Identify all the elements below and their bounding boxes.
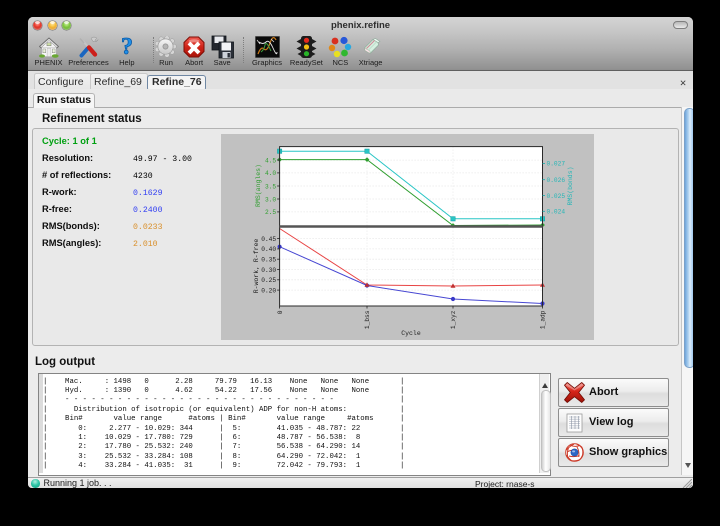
svg-text:Cycle: Cycle [401,330,421,337]
svg-text:4.5: 4.5 [265,157,276,164]
svg-text:3.0: 3.0 [265,196,276,203]
svg-text:0.30: 0.30 [261,267,276,274]
svg-text:R-work, R-free: R-work, R-free [253,239,260,294]
svg-text:3.5: 3.5 [265,183,276,190]
svg-text:0.027: 0.027 [547,161,566,168]
svg-text:1_adp: 1_adp [540,310,547,329]
svg-text:1_xyz: 1_xyz [450,310,457,329]
svg-text:0.026: 0.026 [547,177,566,184]
svg-text:4.0: 4.0 [265,170,276,177]
svg-text:0: 0 [277,310,284,314]
svg-text:?: ? [121,36,133,58]
svg-text:0.25: 0.25 [261,277,276,284]
svg-text:2.5: 2.5 [265,209,276,216]
svg-text:0.20: 0.20 [261,287,276,294]
svg-text:0.025: 0.025 [547,193,566,200]
svg-text:RMS(bonds): RMS(bonds) [567,166,574,205]
svg-text:RMS(angles): RMS(angles) [255,164,262,207]
svg-text:0.45: 0.45 [261,236,276,243]
svg-text:0.024: 0.024 [547,209,566,216]
svg-text:0.40: 0.40 [261,246,276,253]
svg-text:0.35: 0.35 [261,257,276,264]
svg-text:1_bss: 1_bss [364,310,371,329]
